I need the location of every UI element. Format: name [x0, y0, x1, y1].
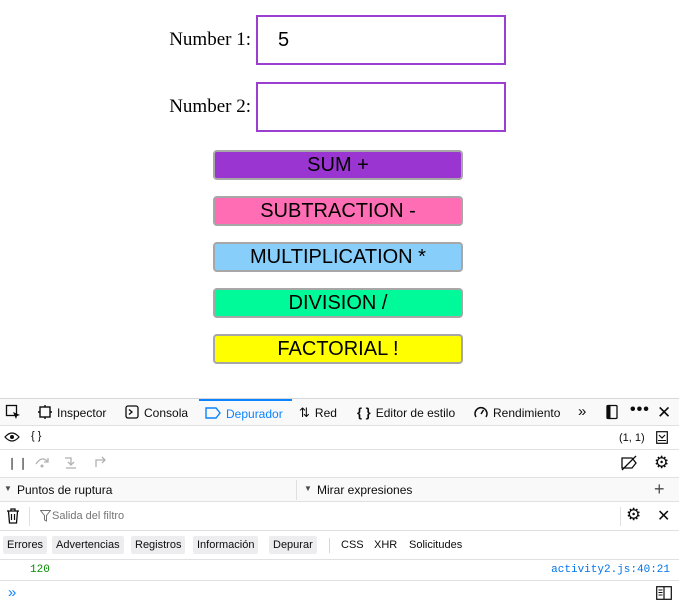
devtools-panel: Inspector Consola Depurador ⇅ Red { } Edit…: [0, 398, 679, 608]
debugger-settings-gear-icon[interactable]: ⚙: [654, 453, 669, 473]
dock-icon[interactable]: [604, 404, 620, 423]
pause-icon[interactable]: ❘❘: [7, 456, 29, 470]
console-log-value: 120: [30, 564, 50, 576]
tab-inspector-label: Inspector: [57, 406, 107, 420]
filter-debug[interactable]: Depurar: [269, 536, 317, 554]
step-in-icon[interactable]: [63, 455, 79, 472]
filter-funnel-icon: [39, 509, 52, 525]
tab-performance-label: Rendimiento: [493, 406, 561, 420]
division-button[interactable]: DIVISION /: [213, 288, 463, 318]
network-icon: ⇅: [299, 405, 310, 420]
close-devtools-icon[interactable]: ✕: [657, 403, 671, 423]
tab-inspector[interactable]: Inspector: [38, 399, 106, 426]
breakpoints-header[interactable]: Puntos de ruptura: [17, 483, 112, 497]
divider: [329, 538, 330, 553]
sum-button[interactable]: SUM +: [213, 150, 463, 180]
source-bar: { } (1, 1): [0, 426, 679, 450]
log-level-filters: Errores Advertencias Registros Informaci…: [0, 531, 679, 560]
watch-expand-icon[interactable]: ▼: [304, 484, 312, 493]
console-filter-bar: ⚙ ✕: [0, 502, 679, 531]
breakpoints-expand-icon[interactable]: ▼: [4, 484, 12, 493]
eye-icon[interactable]: [4, 430, 20, 446]
web-page: Number 1: Number 2: SUM + SUBTRACTION - …: [0, 0, 679, 398]
more-options-icon[interactable]: •••: [630, 401, 650, 419]
console-message: 120 activity2.js:40:21: [0, 560, 679, 581]
pretty-print-braces[interactable]: { }: [31, 430, 41, 442]
filter-errors[interactable]: Errores: [3, 536, 48, 554]
tab-performance[interactable]: Rendimiento: [474, 399, 560, 426]
cursor-position: (1, 1): [619, 432, 645, 444]
divider: [620, 507, 621, 526]
add-watch-expression-icon[interactable]: +: [654, 479, 665, 500]
toggle-source-icon[interactable]: [656, 431, 668, 447]
number1-label: Number 1:: [169, 29, 251, 50]
tab-style-editor-label: Editor de estilo: [375, 406, 456, 420]
tab-network[interactable]: ⇅ Red: [299, 399, 337, 426]
divider: [296, 480, 297, 500]
devtools-toolbar: Inspector Consola Depurador ⇅ Red { } Edit…: [0, 398, 679, 426]
multiplication-button[interactable]: MULTIPLICATION *: [213, 242, 463, 272]
style-editor-icon: { }: [357, 405, 371, 420]
sidepanel-headers: ▼ Puntos de ruptura ▼ Mirar expresiones …: [0, 478, 679, 502]
close-split-console-icon[interactable]: ✕: [657, 506, 670, 526]
deactivate-breakpoints-icon[interactable]: [620, 455, 638, 474]
step-over-icon[interactable]: [34, 455, 50, 472]
tab-console-label: Consola: [144, 406, 189, 420]
watch-expressions-header[interactable]: Mirar expresiones: [317, 483, 412, 497]
console-prompt-chevron-icon: »: [8, 584, 17, 601]
console-log-source-link[interactable]: activity2.js:40:21: [551, 564, 670, 576]
subtraction-button[interactable]: SUBTRACTION -: [213, 196, 463, 226]
tab-debugger-label: Depurador: [226, 407, 283, 421]
inspector-icon: [38, 399, 52, 426]
filter-warnings[interactable]: Advertencias: [52, 536, 124, 554]
editor-mode-icon[interactable]: [656, 586, 672, 603]
tab-console[interactable]: Consola: [125, 399, 188, 426]
number1-row: Number 1:: [0, 15, 679, 65]
filter-css[interactable]: CSS: [341, 536, 364, 554]
number2-row: Number 2:: [0, 82, 679, 132]
tab-style-editor[interactable]: { } Editor de estilo: [357, 399, 455, 426]
debugger-controls: ❘❘ ⚙: [0, 450, 679, 478]
filter-requests[interactable]: Solicitudes: [409, 536, 462, 554]
filter-xhr[interactable]: XHR: [374, 536, 397, 554]
number2-input[interactable]: [256, 82, 506, 132]
console-filter-input[interactable]: [52, 507, 592, 525]
filter-info[interactable]: Información: [193, 536, 259, 554]
tab-network-label: Red: [314, 406, 337, 420]
console-input-row: »: [0, 581, 679, 608]
console-icon: [125, 399, 139, 426]
element-picker-icon[interactable]: [5, 404, 21, 423]
number2-label: Number 2:: [169, 96, 251, 117]
console-settings-gear-icon[interactable]: ⚙: [626, 505, 641, 525]
clear-console-trash-icon[interactable]: [6, 508, 20, 527]
divider: [29, 507, 30, 526]
step-out-icon[interactable]: [93, 455, 109, 472]
performance-icon: [474, 399, 488, 426]
filter-logs[interactable]: Registros: [131, 536, 186, 554]
tab-debugger[interactable]: Depurador: [199, 399, 292, 426]
debugger-icon: [205, 401, 221, 426]
number1-input[interactable]: [256, 15, 506, 65]
factorial-button[interactable]: FACTORIAL !: [213, 334, 463, 364]
more-tools-chevron-icon[interactable]: »: [578, 403, 586, 420]
console-input[interactable]: [26, 585, 626, 603]
